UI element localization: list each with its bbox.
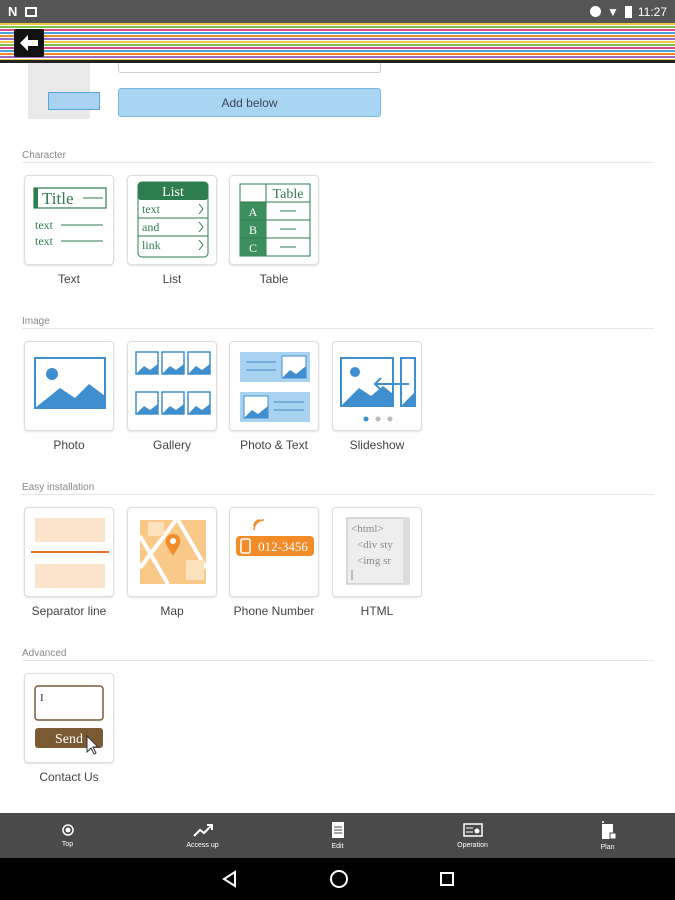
nav-label: Access up [186, 842, 219, 849]
battery-icon [624, 5, 632, 18]
gallery-thumbnail [135, 351, 211, 415]
nav-top[interactable]: Top [0, 813, 135, 858]
nav-edit[interactable]: Edit [270, 813, 405, 858]
nav-label: Plan [600, 844, 615, 851]
header-stripes [0, 23, 675, 63]
tile-photo[interactable] [24, 341, 114, 431]
tile-label-html: HTML [360, 604, 394, 618]
section-title-advanced: Advanced [22, 648, 67, 659]
photo-text-thumbnail [240, 352, 310, 422]
nav-label: Edit [331, 843, 344, 850]
text-field[interactable] [118, 63, 381, 73]
section-divider [22, 494, 654, 495]
map-thumbnail [138, 518, 208, 586]
recents-square-icon[interactable] [439, 871, 455, 887]
slideshow-thumbnail [340, 357, 416, 422]
tile-label-separator-line: Separator line [31, 604, 107, 618]
thumb-html-line: <html> [351, 523, 384, 535]
system-nav-bar [0, 858, 675, 900]
section-title-easy-installation: Easy installation [22, 482, 95, 493]
thumb-table-row: B [249, 223, 257, 237]
thumb-text-line2: text [35, 234, 54, 248]
current-block-thumbnail [28, 63, 90, 119]
section-divider [22, 660, 654, 661]
thumb-contact-send: Send [55, 732, 83, 747]
tile-text[interactable]: Title text text [24, 175, 114, 265]
nav-label: Top [61, 841, 74, 848]
image-icon [25, 6, 38, 17]
tile-label-text: Text [57, 272, 80, 286]
tile-contact-us[interactable]: I Send [24, 673, 114, 763]
section-divider [22, 162, 654, 163]
table-thumbnail: Table A B C [239, 183, 311, 257]
thumb-list-row: text [142, 202, 161, 216]
tile-separator-line[interactable] [24, 507, 114, 597]
arrow-left-icon [20, 35, 38, 51]
thumb-text-title: Title [42, 189, 74, 208]
section-title-image: Image [22, 316, 50, 327]
photo-thumbnail [34, 357, 106, 409]
current-block-preview [48, 92, 100, 110]
thumb-table-row: A [249, 205, 258, 219]
content[interactable]: Add below Character Title text text Text… [0, 63, 675, 813]
tile-label-phone-number: Phone Number [233, 604, 315, 618]
thumb-html-line: <div sty [357, 539, 393, 551]
tile-map[interactable] [127, 507, 217, 597]
tile-gallery[interactable] [127, 341, 217, 431]
trend-up-icon [192, 824, 213, 837]
tile-label-slideshow: Slideshow [349, 438, 405, 452]
tile-html[interactable]: <html> <div sty <img sr [332, 507, 422, 597]
thumb-phone-number: 012-3456 [258, 539, 308, 554]
dot-icon [61, 824, 74, 836]
tile-label-photo-text: Photo & Text [240, 438, 308, 452]
tile-list[interactable]: List text and link [127, 175, 217, 265]
thumb-list-row: and [142, 220, 159, 234]
nav-operation[interactable]: Operation [405, 813, 540, 858]
tile-table[interactable]: Table A B C [229, 175, 319, 265]
home-circle-icon[interactable] [329, 869, 349, 889]
tile-slideshow[interactable] [332, 341, 422, 431]
n-icon: N [8, 4, 18, 19]
tile-label-map: Map [160, 604, 184, 618]
tile-label-contact-us: Contact Us [39, 770, 99, 784]
phone-number-thumbnail: 012-3456 [236, 519, 314, 556]
status-bar: N ▼ 11:27 [0, 0, 675, 23]
settings-card-icon [462, 823, 483, 837]
plan-icon [601, 821, 616, 840]
nav-label: Operation [457, 842, 488, 849]
thumb-list-header: List [162, 185, 184, 200]
wifi-icon: ▼ [606, 4, 619, 19]
list-thumbnail: List text and link [137, 181, 209, 258]
back-triangle-icon[interactable] [221, 870, 239, 888]
thumb-table-row: C [249, 241, 257, 255]
section-divider [22, 328, 654, 329]
thumb-table-header: Table [273, 187, 304, 202]
text-thumbnail: Title text text [33, 187, 107, 248]
back-button[interactable] [14, 29, 44, 57]
add-below-button[interactable]: Add below [118, 88, 381, 117]
thumb-text-line1: text [35, 218, 54, 232]
nav-access-up[interactable]: Access up [135, 813, 270, 858]
thumb-html-line: <img sr [357, 555, 391, 567]
thumb-list-row: link [142, 238, 161, 252]
contact-us-thumbnail: I Send [34, 685, 104, 755]
bottom-nav: Top Access up Edit Operation Plan [0, 813, 675, 858]
tile-label-gallery: Gallery [152, 438, 191, 452]
tile-label-list: List [162, 272, 182, 286]
dnd-icon [589, 6, 601, 17]
tile-label-table: Table [259, 272, 289, 286]
tile-label-photo: Photo [53, 438, 85, 452]
html-thumbnail: <html> <div sty <img sr [346, 517, 410, 585]
tile-photo-text[interactable] [229, 341, 319, 431]
thumb-contact-cursor: I [40, 692, 44, 704]
separator-line-thumbnail [31, 518, 109, 588]
status-time: 11:27 [637, 4, 667, 19]
nav-plan[interactable]: Plan [540, 813, 675, 858]
section-title-character: Character [22, 150, 66, 161]
document-icon [331, 822, 344, 838]
tile-phone-number[interactable]: 012-3456 [229, 507, 319, 597]
